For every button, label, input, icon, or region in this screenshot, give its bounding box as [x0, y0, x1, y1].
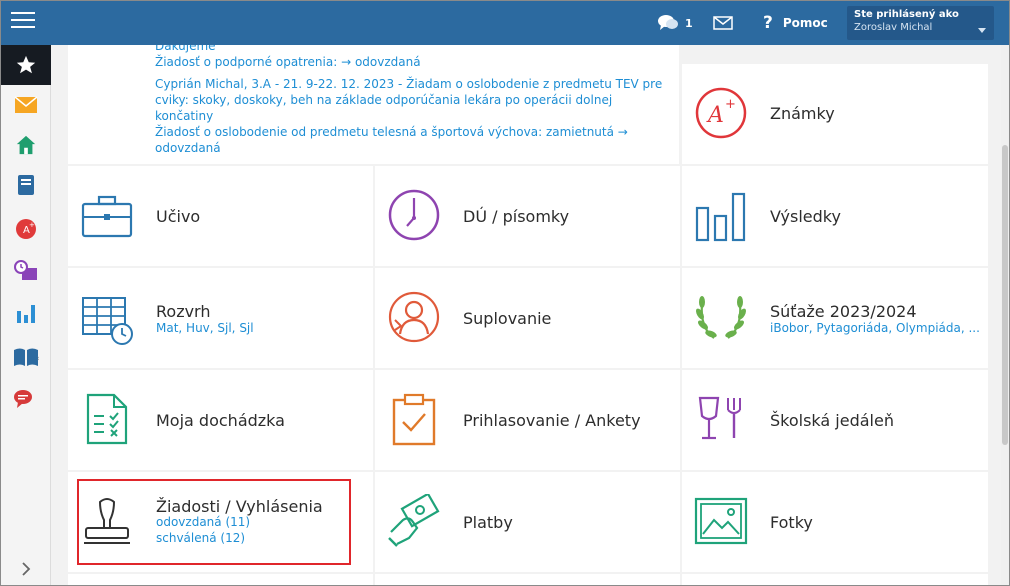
help-label: Pomoc: [782, 16, 828, 30]
user-name: Zoroslav Michal: [854, 22, 933, 33]
briefcase-icon: [81, 195, 133, 238]
tile-prihlasovanie-ankety[interactable]: Prihlasovanie / Ankety: [375, 370, 680, 470]
tile-title: Školská jedáleň: [770, 411, 894, 430]
grade-a-plus-icon: A +: [695, 87, 747, 139]
tile-title: Známky: [770, 104, 835, 123]
grade-icon: A +: [16, 219, 36, 239]
tile-ziadosti-vyhlasenia[interactable]: Žiadosti / Vyhlásenia odovzdaná (11) sch…: [68, 472, 373, 572]
scrollbar[interactable]: [1001, 45, 1009, 585]
sidebar-item-favorites[interactable]: [1, 45, 51, 85]
bar-chart-icon: [17, 305, 35, 323]
sidebar-item-notebook[interactable]: [1, 165, 51, 205]
bar-chart-icon: [695, 192, 746, 242]
laurel-wreath-icon: [696, 296, 746, 339]
tile-platby[interactable]: Platby: [375, 472, 680, 572]
user-label: Ste prihlásený ako: [854, 9, 959, 20]
tile-ucivo[interactable]: Učivo: [68, 166, 373, 266]
tile-skolska-jedalen[interactable]: Školská jedáleň: [682, 370, 988, 470]
tile-partial: [68, 574, 373, 585]
user-menu[interactable]: Ste prihlásený ako Zoroslav Michal: [847, 6, 994, 40]
news-line[interactable]: Cyprián Michal, 3.A - 21. 9-22. 12. 2023…: [155, 76, 665, 92]
main-content: Ďakujeme Žiadosť o podporné opatrenia: →…: [51, 45, 1001, 585]
news-panel: Ďakujeme Žiadosť o podporné opatrenia: →…: [68, 45, 679, 164]
help-button[interactable]: ? Pomoc: [763, 1, 828, 45]
envelope-icon: [713, 16, 733, 30]
tile-partial: [375, 574, 680, 585]
tile-title: Súťaže 2023/2024: [770, 302, 917, 321]
svg-text:A: A: [706, 103, 724, 128]
menu-icon[interactable]: [11, 12, 35, 32]
news-list: Ďakujeme Žiadosť o podporné opatrenia: →…: [155, 45, 665, 156]
sidebar-item-home[interactable]: [1, 125, 51, 165]
sidebar-item-results[interactable]: [1, 293, 51, 333]
sidebar-item-chat[interactable]: [1, 379, 51, 419]
tile-subtitle: Mat, Huv, Sjl, Sjl: [156, 321, 254, 335]
tile-subtitle-approved: schválená (12): [156, 531, 246, 545]
stamp-icon: [84, 498, 130, 544]
news-line[interactable]: končatiny: [155, 108, 665, 124]
news-line[interactable]: Žiadosť o podporné opatrenia: → odovzdan…: [155, 54, 665, 70]
question-icon: ?: [763, 13, 773, 33]
mail-button[interactable]: [713, 1, 733, 45]
chevron-down-icon: [978, 28, 986, 33]
tile-title: Suplovanie: [463, 309, 552, 328]
tile-sutaze[interactable]: Súťaže 2023/2024 iBobor, Pytagoriáda, Ol…: [682, 268, 988, 368]
svg-text:+: +: [29, 221, 35, 229]
sidebar-item-grades[interactable]: A +: [1, 209, 51, 249]
tile-vysledky[interactable]: Výsledky: [682, 166, 988, 266]
home-icon: [16, 135, 36, 155]
chat-bubbles-icon: [658, 15, 678, 30]
schedule-icon: [82, 297, 133, 345]
tile-title: Učivo: [156, 207, 201, 226]
sidebar: A+ ›: [1, 45, 51, 585]
scrollbar-thumb[interactable]: [1002, 145, 1008, 445]
tile-title: Prihlasovanie / Ankety: [463, 411, 641, 430]
tile-du-pisomky[interactable]: DÚ / písomky: [375, 166, 680, 266]
clipboard-check-icon: [392, 393, 436, 446]
substitute-teacher-icon: [388, 291, 440, 343]
tile-subtitle: iBobor, Pytagoriáda, Olympiáda, ...: [770, 321, 980, 335]
tile-title: Rozvrh: [156, 302, 211, 321]
clock-icon: [388, 189, 440, 241]
star-icon: [16, 55, 36, 74]
chat-count: 1: [685, 16, 693, 30]
tile-title: Platby: [463, 513, 513, 532]
svg-text:›: ›: [37, 354, 39, 364]
payment-hand-icon: [388, 494, 440, 547]
photo-icon: [694, 497, 748, 545]
news-line[interactable]: Žiadosť o oslobodenie od predmetu telesn…: [155, 124, 665, 140]
sidebar-item-homework[interactable]: [1, 251, 51, 291]
tile-subtitle-submitted: odovzdaná (11): [156, 515, 251, 529]
sidebar-item-messages[interactable]: [1, 85, 51, 125]
tile-suplovanie[interactable]: Suplovanie: [375, 268, 680, 368]
svg-text:+: +: [725, 97, 736, 112]
app-window: 1 ? Pomoc Ste prihlásený ako Zoroslav Mi…: [0, 0, 1010, 586]
news-line[interactable]: cviky: skoky, doskoky, beh na základe od…: [155, 92, 665, 108]
envelope-icon: [14, 96, 38, 113]
tile-dochadzka[interactable]: Moja dochádzka: [68, 370, 373, 470]
notebook-icon: [18, 175, 34, 195]
sidebar-item-books[interactable]: ›: [1, 337, 51, 377]
expand-sidebar-icon[interactable]: [16, 559, 36, 579]
attendance-sheet-icon: [86, 393, 128, 445]
glass-fork-icon: [698, 396, 741, 440]
tile-znamky[interactable]: A + Známky: [682, 64, 988, 164]
clock-desk-icon: [14, 260, 37, 280]
tile-title: DÚ / písomky: [463, 207, 570, 226]
news-line[interactable]: Ďakujeme: [155, 45, 665, 54]
chat-button[interactable]: 1: [657, 1, 693, 45]
tile-title: Fotky: [770, 513, 813, 532]
tile-fotky[interactable]: Fotky: [682, 472, 988, 572]
tile-partial: [682, 574, 988, 585]
book-icon: ›: [14, 348, 39, 366]
top-header: 1 ? Pomoc Ste prihlásený ako Zoroslav Mi…: [1, 1, 1009, 45]
tile-title: Moja dochádzka: [156, 411, 285, 430]
chat-icon: [14, 390, 32, 408]
tile-title: Výsledky: [770, 207, 841, 226]
tile-rozvrh[interactable]: Rozvrh Mat, Huv, Sjl, Sjl: [68, 268, 373, 368]
news-line[interactable]: odovzdaná: [155, 140, 665, 156]
tile-title: Žiadosti / Vyhlásenia: [156, 497, 323, 516]
